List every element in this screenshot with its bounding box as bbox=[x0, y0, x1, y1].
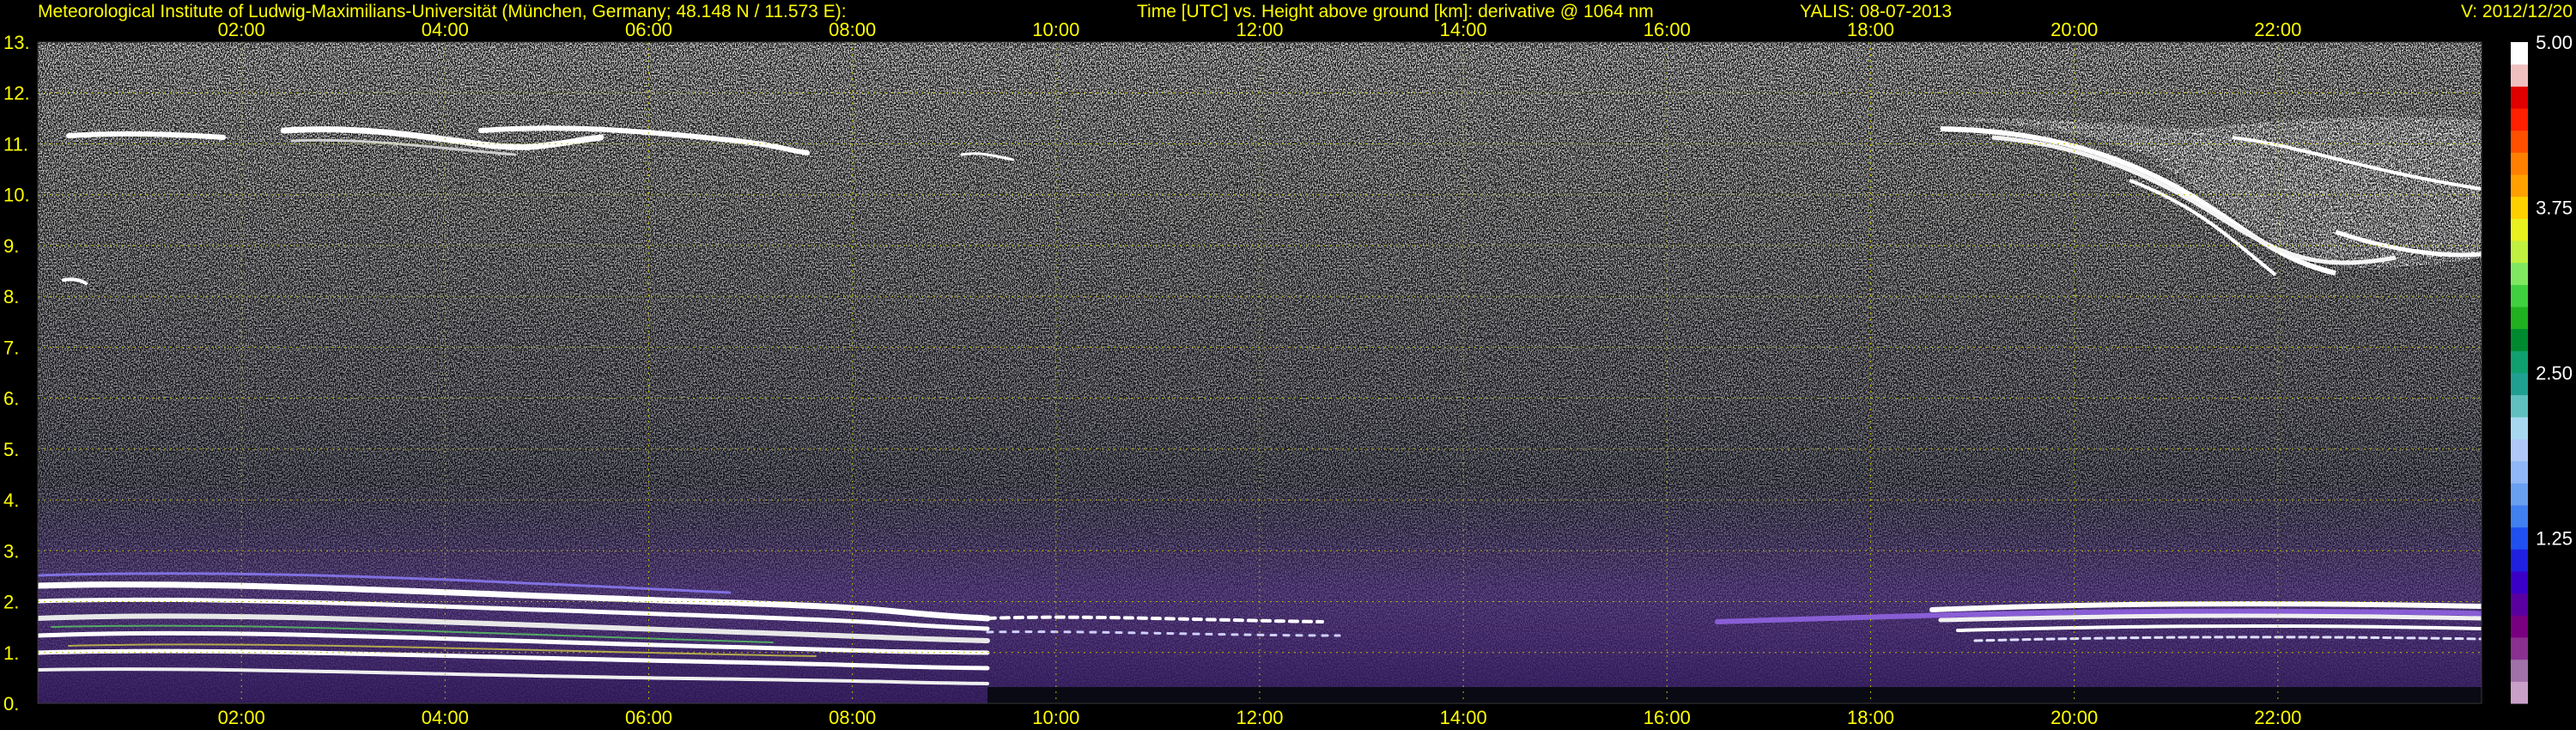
y-tick-label: 2. bbox=[3, 592, 19, 613]
colorbar-segment bbox=[2511, 328, 2528, 351]
colorbar-segment bbox=[2511, 681, 2528, 704]
colorbar-segment bbox=[2511, 659, 2528, 682]
x-tick-label-bottom: 06:00 bbox=[625, 707, 672, 728]
colorbar-segment bbox=[2511, 615, 2528, 638]
lidar-chart: Meteorological Institute of Ludwig-Maxim… bbox=[3, 2, 2573, 728]
x-tick-label-bottom: 20:00 bbox=[2050, 707, 2098, 728]
colorbar-tick-label: 2.50 bbox=[2536, 362, 2573, 384]
x-tick-label-bottom: 10:00 bbox=[1032, 707, 1079, 728]
x-tick-label-top: 10:00 bbox=[1032, 19, 1079, 40]
surface-strip bbox=[987, 687, 2482, 703]
colorbar-tick-label: 1.25 bbox=[2536, 528, 2573, 550]
colorbar-segment bbox=[2511, 460, 2528, 484]
x-tick-label-top: 22:00 bbox=[2254, 19, 2301, 40]
colorbar-segment bbox=[2511, 284, 2528, 307]
colorbar-segment bbox=[2511, 42, 2528, 65]
x-tick-label-bottom: 08:00 bbox=[829, 707, 876, 728]
y-tick-label: 11. bbox=[3, 133, 28, 155]
colorbar-segment bbox=[2511, 240, 2528, 264]
x-tick-label-top: 14:00 bbox=[1440, 19, 1487, 40]
y-tick-label: 4. bbox=[3, 490, 19, 511]
colorbar-segment bbox=[2511, 549, 2528, 572]
x-axis-ticks-bottom: 02:00 04:00 06:00 08:00 10:00 12:00 14:00 16:00… bbox=[218, 707, 2302, 728]
x-tick-label-top: 02:00 bbox=[218, 19, 265, 40]
x-tick-label-top: 08:00 bbox=[829, 19, 876, 40]
colorbar-segment bbox=[2511, 439, 2528, 462]
colorbar-segment bbox=[2511, 196, 2528, 219]
y-tick-label: 5. bbox=[3, 439, 19, 460]
colorbar-segment bbox=[2511, 593, 2528, 616]
y-tick-label: 7. bbox=[3, 337, 19, 358]
colorbar-segment bbox=[2511, 64, 2528, 87]
x-tick-label-bottom: 02:00 bbox=[218, 707, 265, 728]
x-tick-label-top: 20:00 bbox=[2050, 19, 2098, 40]
colorbar-ticks: 1.25 2.50 3.75 5.00 bbox=[2536, 32, 2573, 550]
y-tick-label: 10. bbox=[3, 185, 30, 206]
colorbar-segment bbox=[2511, 483, 2528, 506]
colorbar-segment bbox=[2511, 218, 2528, 241]
y-tick-label: 12. bbox=[3, 82, 30, 104]
colorbar-segment bbox=[2511, 571, 2528, 594]
x-tick-label-bottom: 22:00 bbox=[2254, 707, 2301, 728]
x-tick-label-bottom: 04:00 bbox=[422, 707, 469, 728]
colorbar-tick-label: 5.00 bbox=[2536, 32, 2573, 53]
colorbar-tick-label: 3.75 bbox=[2536, 198, 2573, 219]
colorbar-segment bbox=[2511, 417, 2528, 440]
x-tick-label-bottom: 16:00 bbox=[1643, 707, 1691, 728]
x-tick-label-top: 04:00 bbox=[422, 19, 469, 40]
colorbar-segment bbox=[2511, 637, 2528, 660]
y-axis-ticks: 0. 1. 2. 3. 4. 5. 6. 7. 8. 9. 10. 11. 12. 13. bbox=[3, 32, 30, 715]
colorbar-segment bbox=[2511, 108, 2528, 131]
y-tick-label: 8. bbox=[3, 286, 19, 307]
x-tick-label-bottom: 18:00 bbox=[1847, 707, 1894, 728]
colorbar bbox=[2511, 42, 2528, 704]
y-tick-label: 0. bbox=[3, 693, 19, 715]
plot-area bbox=[38, 42, 2482, 703]
colorbar-segment bbox=[2511, 526, 2528, 550]
header-description: Time [UTC] vs. Height above ground [km]:… bbox=[1137, 2, 1654, 21]
colorbar-segment bbox=[2511, 262, 2528, 285]
colorbar-segment bbox=[2511, 505, 2528, 528]
colorbar-segment bbox=[2511, 307, 2528, 330]
y-tick-label: 13. bbox=[3, 32, 30, 53]
y-tick-label: 3. bbox=[3, 540, 19, 562]
y-tick-label: 9. bbox=[3, 235, 19, 257]
header-version: V: 2012/12/20 bbox=[2461, 2, 2573, 21]
x-tick-label-top: 18:00 bbox=[1847, 19, 1894, 40]
y-tick-label: 6. bbox=[3, 388, 19, 410]
y-tick-label: 1. bbox=[3, 642, 19, 664]
colorbar-segment bbox=[2511, 350, 2528, 374]
colorbar-segment bbox=[2511, 130, 2528, 153]
colorbar-segment bbox=[2511, 373, 2528, 396]
x-axis-ticks-top: 02:00 04:00 06:00 08:00 10:00 12:00 14:00 16:00… bbox=[218, 19, 2302, 40]
colorbar-segment bbox=[2511, 152, 2528, 175]
x-tick-label-top: 16:00 bbox=[1643, 19, 1691, 40]
x-tick-label-bottom: 12:00 bbox=[1236, 707, 1283, 728]
colorbar-segment bbox=[2511, 394, 2528, 417]
colorbar-segment bbox=[2511, 86, 2528, 109]
x-tick-label-top: 12:00 bbox=[1236, 19, 1283, 40]
x-tick-label-bottom: 14:00 bbox=[1440, 707, 1487, 728]
x-tick-label-top: 06:00 bbox=[625, 19, 672, 40]
colorbar-segment bbox=[2511, 174, 2528, 198]
